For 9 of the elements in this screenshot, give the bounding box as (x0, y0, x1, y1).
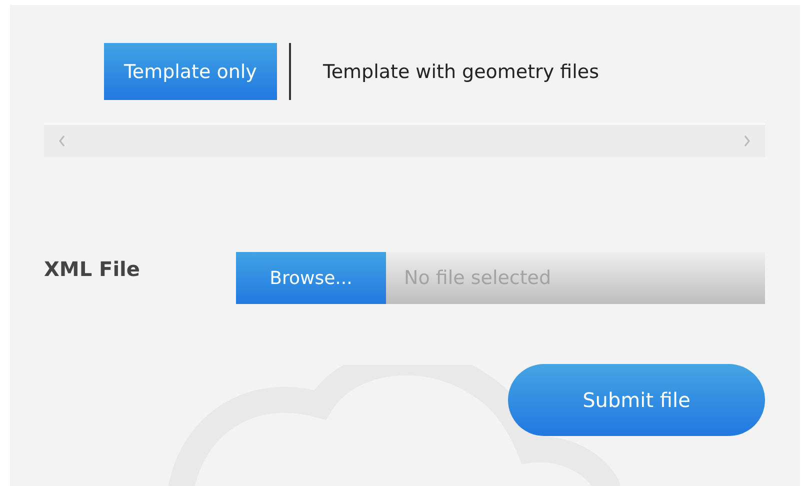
field-label: XML File (44, 256, 141, 281)
tab[interactable]: Template with geometry files (302, 43, 619, 100)
tab[interactable]: Template only (104, 43, 277, 100)
placeholder-text: No file selected (403, 267, 552, 289)
scroll-right-icon[interactable] (743, 135, 751, 147)
submit-button[interactable]: Submit file (508, 364, 765, 436)
scroll-left-icon[interactable] (58, 135, 66, 147)
file-input[interactable]: Browse... No file selected (236, 252, 765, 304)
browse-button[interactable]: Browse... (236, 252, 386, 304)
